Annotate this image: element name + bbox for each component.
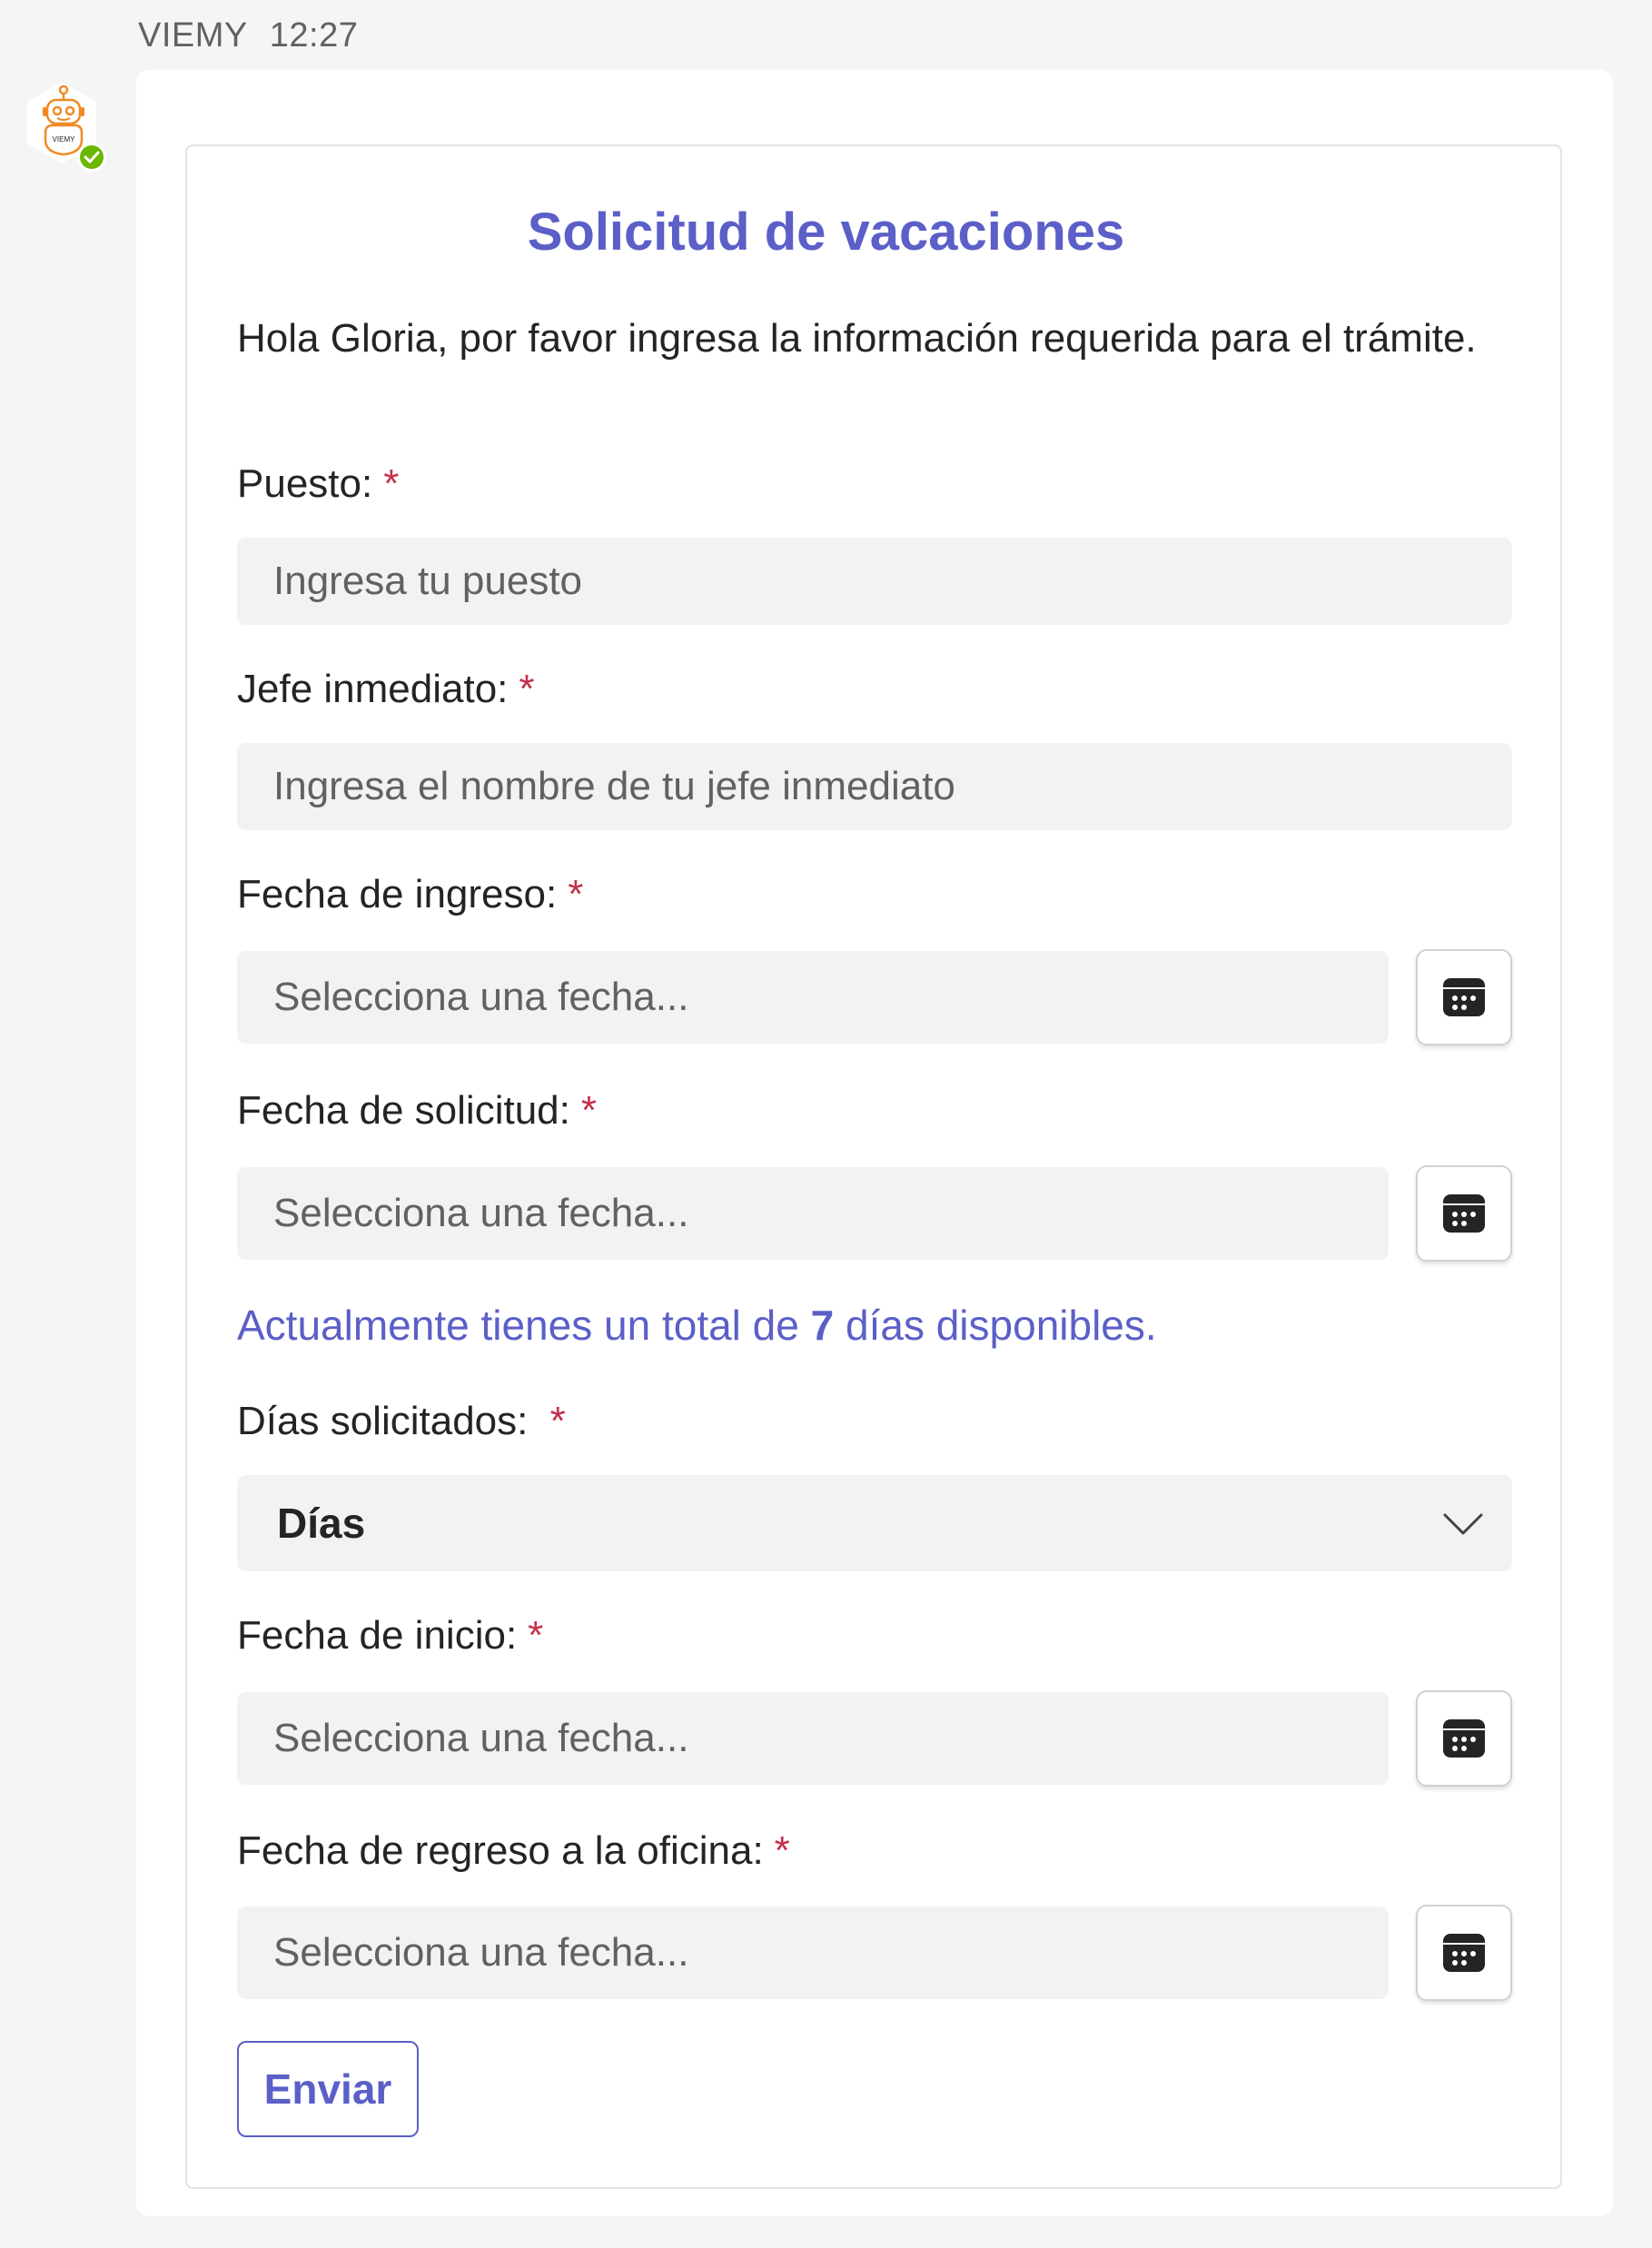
fecha-ingreso-placeholder: Selecciona una fecha... [273, 975, 689, 1019]
fecha-ingreso-calendar-button[interactable] [1416, 949, 1512, 1045]
message-header: VIEMY 12:27 [138, 16, 358, 55]
bot-avatar[interactable]: VIEMY [16, 80, 107, 172]
available-days-count: 7 [810, 1302, 835, 1349]
dias-solicitados-label: Días solicitados: * [237, 1399, 566, 1443]
puesto-label: Puesto: * [237, 461, 400, 506]
required-mark: * [519, 667, 535, 711]
fecha-solicitud-calendar-button[interactable] [1416, 1165, 1512, 1262]
fecha-ingreso-input[interactable]: Selecciona una fecha... [237, 951, 1389, 1044]
message-time: 12:27 [269, 16, 359, 54]
chevron-down-icon [1443, 1513, 1483, 1535]
fecha-regreso-input[interactable]: Selecciona una fecha... [237, 1906, 1389, 1999]
form-intro: Hola Gloria, por favor ingresa la inform… [237, 316, 1477, 361]
fecha-solicitud-placeholder: Selecciona una fecha... [273, 1191, 689, 1235]
required-mark: * [580, 1088, 597, 1133]
fecha-solicitud-label: Fecha de solicitud: * [237, 1088, 597, 1133]
calendar-icon [1443, 978, 1485, 1016]
fecha-regreso-placeholder: Selecciona una fecha... [273, 1930, 689, 1975]
fecha-inicio-input[interactable]: Selecciona una fecha... [237, 1692, 1389, 1785]
status-available-icon [77, 143, 106, 172]
calendar-icon [1443, 1194, 1485, 1233]
dias-solicitados-select[interactable]: Días [237, 1475, 1512, 1571]
fecha-regreso-label: Fecha de regreso a la oficina: * [237, 1828, 790, 1873]
fecha-inicio-label: Fecha de inicio: * [237, 1613, 544, 1658]
fecha-inicio-placeholder: Selecciona una fecha... [273, 1716, 689, 1760]
available-days-text: Actualmente tienes un total de 7 días di… [237, 1302, 1157, 1349]
enviar-button[interactable]: Enviar [237, 2041, 419, 2137]
avatar-label: VIEMY [53, 135, 76, 144]
fecha-solicitud-input[interactable]: Selecciona una fecha... [237, 1167, 1389, 1260]
form-title: Solicitud de vacaciones [527, 203, 1125, 262]
jefe-label: Jefe inmediato: * [237, 667, 535, 711]
jefe-placeholder: Ingresa el nombre de tu jefe inmediato [273, 764, 955, 808]
jefe-input[interactable]: Ingresa el nombre de tu jefe inmediato [237, 743, 1512, 830]
fecha-inicio-calendar-button[interactable] [1416, 1690, 1512, 1787]
fecha-regreso-calendar-button[interactable] [1416, 1905, 1512, 2001]
required-mark: * [549, 1399, 566, 1443]
required-mark: * [383, 461, 400, 506]
calendar-icon [1443, 1719, 1485, 1758]
puesto-placeholder: Ingresa tu puesto [273, 559, 583, 603]
sender-name: VIEMY [138, 16, 248, 54]
puesto-input[interactable]: Ingresa tu puesto [237, 538, 1512, 625]
required-mark: * [528, 1613, 544, 1658]
required-mark: * [568, 872, 584, 916]
calendar-icon [1443, 1934, 1485, 1972]
required-mark: * [774, 1828, 790, 1873]
dias-solicitados-value: Días [277, 1500, 366, 1547]
fecha-ingreso-label: Fecha de ingreso: * [237, 872, 584, 916]
